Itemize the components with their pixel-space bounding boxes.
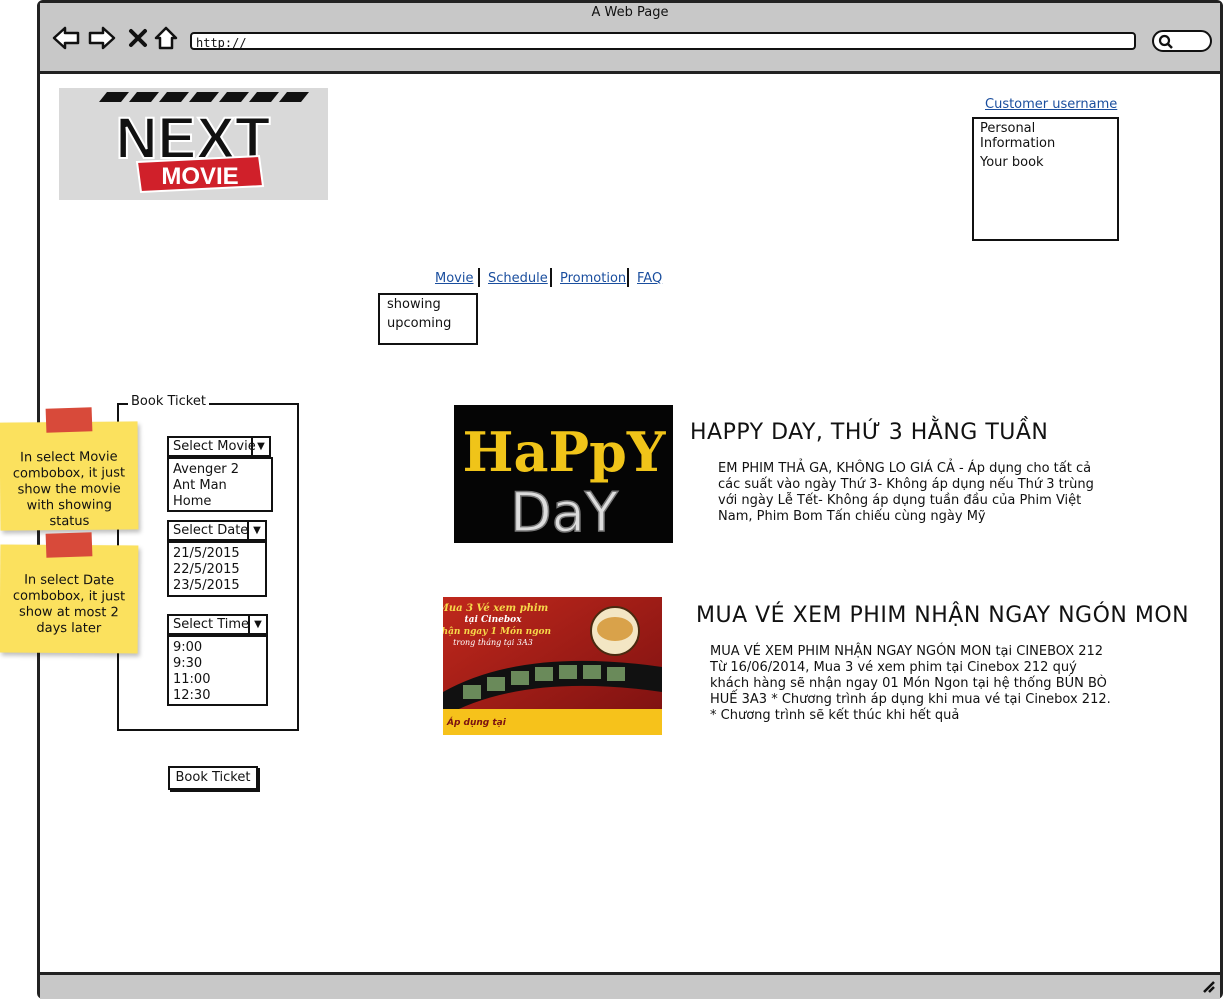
chevron-down-icon[interactable]: ▼ [248,616,266,633]
nav-faq[interactable]: FAQ [637,271,662,286]
site-logo[interactable]: NEXT MOVIE [59,88,328,200]
nav-movie[interactable]: Movie [435,271,473,286]
time-option[interactable]: 12:30 [169,688,266,704]
submenu-item-upcoming[interactable]: upcoming [380,314,476,333]
user-menu-item-personal-information[interactable]: Personal Information [974,119,1117,153]
time-option[interactable]: 11:00 [169,672,266,688]
sticky-note-text: In select Date combobox, it just show at… [12,572,126,637]
promo-image-line: trong tháng tại 3A3 [453,638,533,647]
chevron-down-icon[interactable]: ▼ [251,438,269,455]
home-icon[interactable] [152,24,180,52]
search-box[interactable] [1152,30,1212,52]
movie-options-list: Avenger 2 Ant Man Home [167,457,273,512]
back-arrow-icon[interactable] [52,24,80,52]
movie-submenu: showing upcoming [378,293,478,345]
promo-description: MUA VÉ XEM PHIM NHẬN NGAY NGÓN MON tại C… [710,644,1111,723]
select-movie-label: Select Movie [173,439,256,454]
nav-separator [478,268,480,287]
movie-option[interactable]: Home [169,494,271,510]
sticky-tape [45,532,93,558]
close-icon[interactable] [124,24,152,52]
sticky-tape [45,407,93,433]
sticky-note-date: In select Date combobox, it just show at… [0,544,139,654]
resize-grip-icon[interactable] [1200,978,1216,998]
promo-image-line: nhận ngay 1 Món ngon [443,626,551,637]
promo-image-line: tại Cinebox [464,615,522,625]
select-date-label: Select Date [173,523,249,538]
select-time-label: Select Time [173,617,250,632]
time-option[interactable]: 9:00 [169,640,266,656]
book-ticket-button[interactable]: Book Ticket [168,766,258,790]
sticky-note-movie: In select Movie combobox, it just show t… [0,421,139,531]
address-bar[interactable]: http:// [190,32,1136,50]
promo-title[interactable]: HAPPY DAY, THỨ 3 HẰNG TUẦN [690,420,1048,445]
nav-separator [550,268,552,287]
happy-day-image[interactable]: HaPpY DaY [454,405,673,543]
nav-promotion[interactable]: Promotion [560,271,626,286]
day-text: DaY [510,481,619,543]
user-menu-item-your-book[interactable]: Your book [974,153,1117,172]
promo-description: EM PHIM THẢ GA, KHÔNG LO GIÁ CẢ - Áp dụn… [718,461,1094,524]
forward-arrow-icon[interactable] [88,24,116,52]
promo-title[interactable]: MUA VÉ XEM PHIM NHẬN NGAY NGÓN MON [696,603,1189,628]
nav-separator [627,268,629,287]
time-option[interactable]: 9:30 [169,656,266,672]
date-option[interactable]: 23/5/2015 [169,578,265,594]
browser-status-bar [40,972,1220,999]
date-options-list: 21/5/2015 22/5/2015 23/5/2015 [167,541,267,597]
user-menu: Personal Information Your book [972,117,1119,241]
logo-text-movie: MOVIE [161,163,238,190]
submenu-item-showing[interactable]: showing [380,295,476,314]
promo-image-line: Mua 3 Vé xem phim [443,603,548,614]
date-option[interactable]: 21/5/2015 [169,546,265,562]
promo-image-line: Áp dụng tại [446,716,507,728]
search-icon [1158,34,1173,49]
window-title: A Web Page [591,5,669,20]
select-time-combobox[interactable]: Select Time ▼ [167,614,268,635]
chevron-down-icon[interactable]: ▼ [247,522,265,539]
movie-option[interactable]: Ant Man [169,478,271,494]
movie-option[interactable]: Avenger 2 [169,462,271,478]
nav-schedule[interactable]: Schedule [488,271,548,286]
cinebox-promo-image[interactable]: Mua 3 Vé xem phim tại Cinebox nhận ngay … [443,597,662,735]
happy-text: HaPpY [463,420,667,484]
book-ticket-group-title: Book Ticket [128,394,209,409]
select-movie-combobox[interactable]: Select Movie ▼ [167,436,271,457]
date-option[interactable]: 22/5/2015 [169,562,265,578]
sticky-note-text: In select Movie combobox, it just show t… [12,449,126,530]
time-options-list: 9:00 9:30 11:00 12:30 [167,635,268,706]
customer-username-link[interactable]: Customer username [985,97,1117,112]
select-date-combobox[interactable]: Select Date ▼ [167,520,267,541]
